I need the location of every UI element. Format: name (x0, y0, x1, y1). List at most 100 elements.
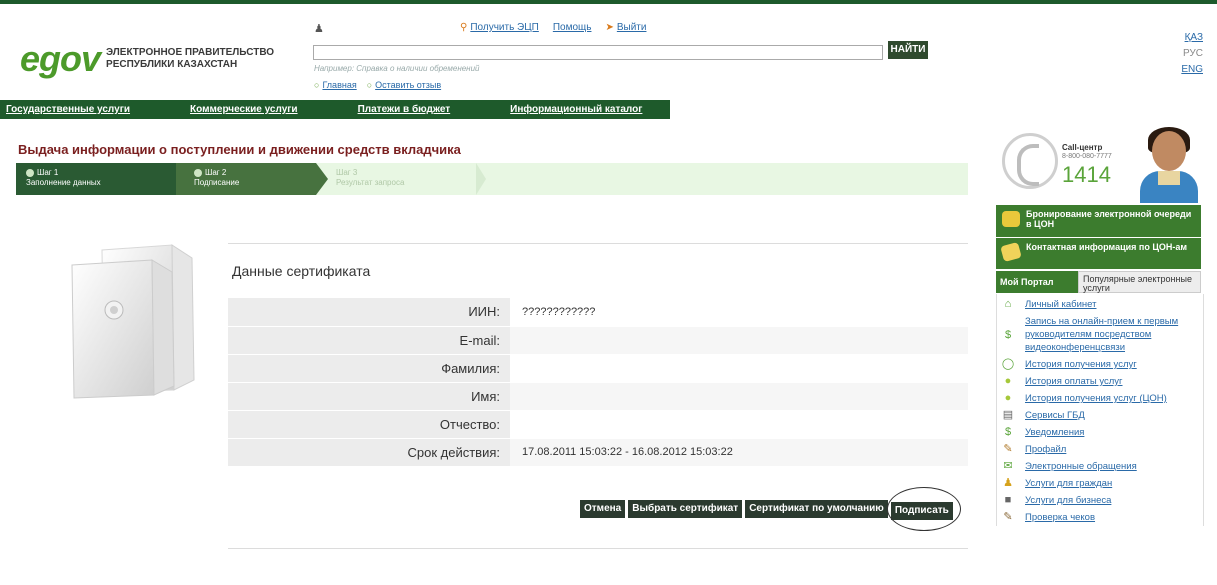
sidebar-item-services-history[interactable]: ◯ История получения услуг (997, 356, 1203, 373)
sign-button[interactable]: Подписать (890, 502, 953, 520)
user-icon[interactable]: ♟ (314, 22, 324, 35)
queue-booking-link[interactable]: Бронирование электронной очереди в ЦОН (996, 205, 1201, 237)
sidebar-item-label[interactable]: Запись на онлайн-прием к первым руководи… (1025, 315, 1199, 354)
sidebar-item-video-reception[interactable]: $ Запись на онлайн-прием к первым руковод… (997, 313, 1203, 356)
con-contacts-label: Контактная информация по ЦОН-ам (1026, 242, 1188, 252)
choose-certificate-button[interactable]: Выбрать сертификат (628, 500, 743, 518)
sidebar-item-label[interactable]: Сервисы ГБД (1025, 409, 1085, 422)
sidebar-item-label[interactable]: История оплаты услуг (1025, 375, 1123, 388)
sub-links: ○ Главная ○ Оставить отзыв (314, 80, 441, 90)
sidebar-item-label[interactable]: История получения услуг (ЦОН) (1025, 392, 1167, 405)
logo-mark: egov (20, 38, 101, 79)
step-2: Шаг 2 Подписание (176, 163, 316, 195)
cert-label: ИИН: (228, 298, 510, 327)
nav-budget-payments[interactable]: Платежи в бюджет (358, 100, 451, 119)
call-center-label: Call-центр (1062, 143, 1103, 152)
sidebar-item-citizen-services[interactable]: ♟ Услуги для граждан (997, 475, 1203, 492)
egov-logo[interactable]: egov ЭЛЕКТРОННОЕ ПРАВИТЕЛЬСТВО РЕСПУБЛИК… (20, 38, 274, 80)
receipt-icon: ✎ (1003, 511, 1013, 523)
lang-eng[interactable]: ENG (1181, 62, 1203, 78)
sidebar-item-cabinet[interactable]: ⌂ Личный кабинет (997, 296, 1203, 313)
payment-icon: ● (1004, 375, 1012, 387)
queue-booking-label: Бронирование электронной очереди в ЦОН (1026, 209, 1192, 229)
tab-popular-services[interactable]: Популярные электронные услуги (1078, 271, 1201, 293)
nav-gov-services[interactable]: Государственные услуги (6, 100, 130, 119)
cert-value: 17.08.2011 15:03:22 - 16.08.2012 15:03:2… (510, 438, 968, 467)
phone-icon (1002, 133, 1058, 189)
cert-value: ???????????? (510, 298, 968, 327)
sidebar-item-payments-history[interactable]: ● История оплаты услуг (997, 373, 1203, 390)
logo-text: ЭЛЕКТРОННОЕ ПРАВИТЕЛЬСТВО РЕСПУБЛИКИ КАЗ… (106, 47, 274, 71)
bullet-icon: ○ (366, 80, 373, 90)
key-icon: ⚲ (460, 22, 468, 33)
call-center-box: Call-центр 8-800-080-7777 1414 (998, 125, 1203, 203)
certificate-table: ИИН:???????????? E-mail: Фамилия: Имя: О… (228, 298, 968, 467)
home-link[interactable]: ○ Главная (314, 80, 357, 90)
certificate-title: Данные сертификата (232, 263, 371, 279)
get-eds-link[interactable]: ⚲ Получить ЭЦП (460, 22, 539, 33)
step-1: Шаг 1 Заполнение данных (16, 163, 176, 195)
sidebar-item-label[interactable]: Услуги для граждан (1025, 477, 1112, 490)
help-link[interactable]: Помощь (553, 22, 592, 33)
tab-my-portal[interactable]: Мой Портал (996, 271, 1078, 293)
sidebar-item-profile[interactable]: ✎ Профайл (997, 441, 1203, 458)
search-input[interactable] (313, 45, 883, 60)
notification-icon: $ (1004, 426, 1012, 438)
sidebar-item-label[interactable]: Уведомления (1025, 426, 1084, 439)
logo-line-1: ЭЛЕКТРОННОЕ ПРАВИТЕЛЬСТВО (106, 47, 275, 58)
search-button[interactable]: НАЙТИ (888, 41, 928, 59)
database-icon: ▤ (1002, 409, 1014, 421)
video-icon: $ (1004, 329, 1012, 341)
cert-value (510, 410, 968, 439)
step-arrow (476, 163, 486, 195)
cert-label: Фамилия: (228, 354, 510, 383)
logout-link[interactable]: ➤ Выйти (605, 22, 646, 33)
step-3-number: Шаг 3 (336, 168, 358, 177)
sidebar-item-label[interactable]: Проверка чеков (1025, 511, 1095, 524)
divider (228, 243, 968, 244)
call-center-number: 1414 (1062, 162, 1111, 187)
feedback-link[interactable]: ○ Оставить отзыв (367, 80, 441, 90)
step-1-number: Шаг 1 (37, 168, 59, 177)
portal-menu: ⌂ Личный кабинет $ Запись на онлайн-прием … (996, 294, 1204, 526)
sidebar-item-label[interactable]: История получения услуг (1025, 358, 1137, 371)
bullet-icon: ○ (314, 80, 320, 90)
step-2-label: Подписание (194, 178, 240, 187)
sidebar-tabs: Мой Портал Популярные электронные услуги (996, 271, 1201, 293)
sidebar-item-appeals[interactable]: ✉ Электронные обращения (997, 458, 1203, 475)
cert-value (510, 354, 968, 383)
table-row: E-mail: (228, 326, 968, 355)
step-1-label: Заполнение данных (26, 178, 101, 187)
step-progress: Шаг 1 Заполнение данных Шаг 2 Подписание Ш… (16, 163, 968, 195)
con-contacts-link[interactable]: Контактная информация по ЦОН-ам (996, 238, 1201, 269)
note-icon (1000, 241, 1022, 263)
page-title: Выдача информации о поступлении и движен… (18, 142, 461, 157)
nav-commercial-services[interactable]: Коммерческие услуги (190, 100, 298, 119)
action-buttons: Отмена Выбрать сертификат Сертификат по … (580, 487, 961, 531)
cancel-button[interactable]: Отмена (580, 500, 626, 518)
sidebar-item-con-history[interactable]: ● История получения услуг (ЦОН) (997, 390, 1203, 407)
default-certificate-button[interactable]: Сертификат по умолчанию (745, 500, 888, 518)
sidebar-item-label[interactable]: Электронные обращения (1025, 460, 1137, 473)
table-row: Срок действия: 17.08.2011 15:03:22 - 16.0… (228, 438, 968, 467)
history-con-icon: ● (1004, 392, 1012, 404)
nav-info-catalog[interactable]: Информационный каталог (510, 100, 642, 119)
citizen-icon: ♟ (1003, 477, 1013, 489)
sidebar-item-notifications[interactable]: $ Уведомления (997, 424, 1203, 441)
lang-kaz[interactable]: ҚАЗ (1181, 30, 1203, 46)
sidebar-item-label[interactable]: Личный кабинет (1025, 298, 1096, 311)
sidebar-item-gbd-services[interactable]: ▤ Сервисы ГБД (997, 407, 1203, 424)
sidebar-item-label[interactable]: Профайл (1025, 443, 1066, 456)
operator-image (1138, 125, 1198, 203)
top-links: ⚲ Получить ЭЦП Помощь ➤ Выйти (460, 22, 646, 33)
cert-value (510, 326, 968, 355)
table-row: Фамилия: (228, 354, 968, 383)
sidebar-item-business-services[interactable]: ■ Услуги для бизнеса (997, 492, 1203, 509)
table-row: Имя: (228, 382, 968, 411)
sidebar-item-label[interactable]: Услуги для бизнеса (1025, 494, 1111, 507)
cert-label: Имя: (228, 382, 510, 411)
divider (228, 548, 968, 549)
sidebar-item-check-receipts[interactable]: ✎ Проверка чеков (997, 509, 1203, 526)
lang-rus[interactable]: РУС (1181, 46, 1203, 62)
folders-illustration (71, 244, 195, 399)
